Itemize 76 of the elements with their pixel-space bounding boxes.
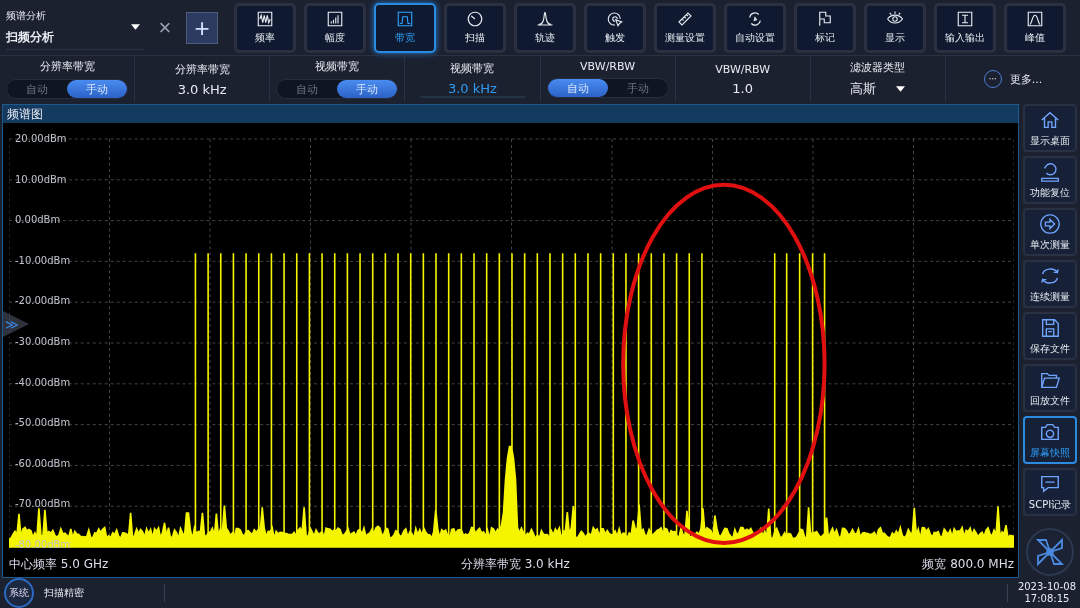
chart-footer-text: 分辨率带宽 3.0 kHz — [460, 555, 570, 573]
toolbar-button[interactable]: 幅度 — [304, 2, 366, 53]
setting-value[interactable]: 1.0 — [732, 80, 754, 96]
toolbar-button[interactable]: 轨迹 — [514, 2, 576, 53]
dropdown-value[interactable]: 高斯 — [850, 80, 877, 98]
sidebar-button[interactable]: 显示桌面 — [1023, 104, 1077, 152]
setting-label: 分辨率带宽 — [174, 61, 230, 77]
gauge-icon — [466, 10, 484, 28]
toggle-option[interactable]: 自动 — [277, 80, 338, 98]
sidebar-button[interactable]: SCPI记录 — [1023, 468, 1077, 516]
axis-tick-label: -20.00dBm — [15, 295, 71, 308]
toggle-option[interactable]: 手动 — [337, 80, 398, 98]
axis-tick-label: -40.00dBm — [15, 376, 71, 389]
text-cursor-icon — [956, 10, 974, 28]
setting-label: 分辨率带宽 — [39, 59, 95, 74]
sidebar-button[interactable]: 单次测量 — [1023, 208, 1077, 256]
toolbar-button[interactable]: 标记 — [794, 2, 856, 53]
setting-label: 视频带宽 — [450, 60, 495, 76]
status-text: 扫描精密 — [44, 586, 84, 600]
axis-tick-label: -30.00dBm — [15, 335, 71, 348]
toolbar-button[interactable]: 输入输出 — [934, 2, 996, 53]
flag-icon — [816, 10, 834, 28]
axis-tick-label: -70.00dBm — [15, 498, 71, 511]
axis-tick-label: -50.00dBm — [15, 417, 71, 430]
toolbar-button[interactable]: 带宽 — [374, 2, 436, 53]
peak-curve-icon — [1026, 10, 1044, 28]
peak-icon — [536, 10, 554, 28]
toolbar-button[interactable]: 触发 — [584, 2, 646, 53]
sidebar-button[interactable]: 功能复位 — [1023, 156, 1077, 204]
caret-icon — [896, 86, 906, 92]
add-button[interactable]: + — [186, 11, 218, 44]
axis-tick-label: -10.00dBm — [15, 254, 71, 267]
toolbar-button[interactable]: 自动设置 — [724, 2, 786, 53]
toolbar-button[interactable]: 扫描 — [444, 2, 506, 53]
toggle-option[interactable]: 自动 — [7, 80, 68, 98]
axis-tick-label: 10.00dBm — [15, 173, 68, 186]
setting-value[interactable]: 3.0 kHz — [419, 80, 525, 98]
mode-value: 扫频分析 — [6, 28, 54, 46]
toolbar-button[interactable]: 峰值 — [1004, 2, 1066, 53]
axis-tick-label: 20.00dBm — [15, 133, 68, 145]
setting-label: VBW/RBW — [715, 62, 771, 76]
axis-tick-label: -80.00dBm — [15, 538, 71, 551]
waveform-icon — [256, 10, 274, 28]
refresh-icon — [746, 10, 764, 28]
sidebar-button[interactable]: 连续测量 — [1023, 260, 1077, 308]
ruler-icon — [676, 10, 694, 28]
close-button[interactable]: × — [150, 14, 180, 41]
sidebar-button[interactable]: 回放文件 — [1023, 364, 1077, 412]
toggle-option[interactable]: 手动 — [607, 79, 668, 97]
toolbar-button[interactable]: 测量设置 — [654, 2, 716, 53]
time-text: 17:08:15 — [1024, 593, 1070, 605]
panel-title: 频谱图 — [7, 105, 43, 123]
cursor-icon — [606, 10, 624, 28]
sidebar-button[interactable]: 屏幕快照 — [1023, 416, 1077, 464]
setting-label: 滤波器类型 — [850, 60, 906, 75]
bar-chart-icon — [326, 10, 344, 28]
setting-value[interactable]: 3.0 kHz — [177, 81, 227, 97]
mode-selector[interactable]: 频谱分析 扫频分析 — [6, 5, 144, 50]
axis-tick-label: 0.00dBm — [15, 214, 62, 227]
sidebar-button[interactable]: 保存文件 — [1023, 312, 1077, 360]
mode-caption: 频谱分析 — [6, 8, 47, 23]
bandpass-icon — [396, 10, 414, 28]
toggle-option[interactable]: 自动 — [547, 79, 608, 97]
axis-tick-label: -60.00dBm — [15, 457, 71, 470]
system-button[interactable]: 系统 — [4, 578, 34, 608]
chart-footer-text: 频宽 800.0 MHz — [922, 555, 1014, 573]
toolbar-button[interactable]: 频率 — [234, 2, 296, 53]
toolbar-button[interactable]: 显示 — [864, 2, 926, 53]
setting-label: 视频带宽 — [315, 59, 360, 74]
toggle-option[interactable]: 手动 — [67, 80, 128, 98]
date-text: 2023-10-08 — [1017, 581, 1076, 593]
chart-footer-text: 中心频率 5.0 GHz — [9, 555, 109, 573]
more-link[interactable]: 更多... — [1009, 71, 1043, 87]
caret-icon — [131, 24, 140, 30]
reset-icon — [1039, 160, 1061, 183]
setting-label: VBW/RBW — [580, 60, 636, 73]
